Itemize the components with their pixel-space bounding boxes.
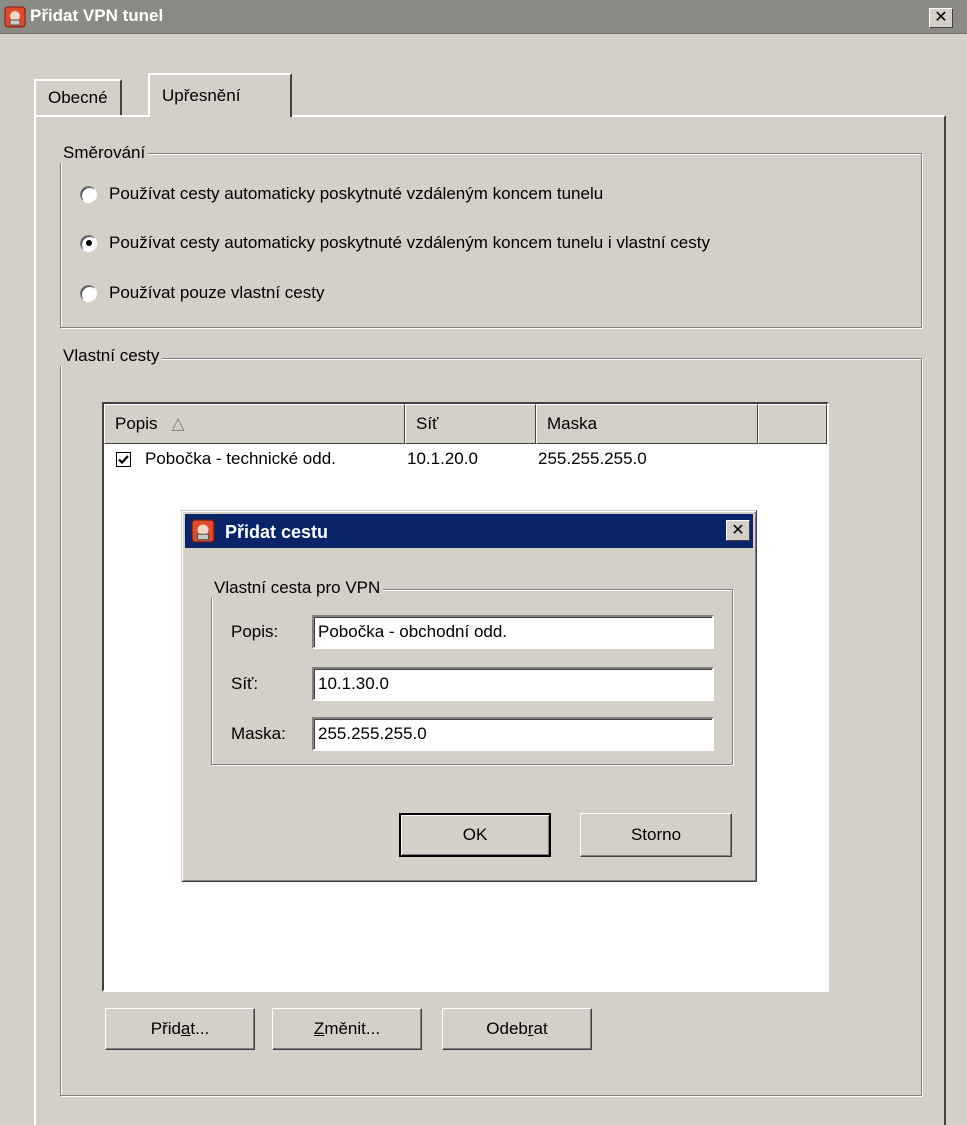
radio-label: Používat pouze vlastní cesty — [109, 283, 325, 302]
maska-label: Maska: — [231, 724, 286, 743]
routing-option-custom-only[interactable]: Používat pouze vlastní cesty — [80, 283, 324, 303]
vpn-app-icon — [4, 6, 26, 28]
window-close-button[interactable]: ✕ — [929, 8, 953, 28]
maska-input[interactable]: 255.255.255.0 — [312, 717, 714, 751]
sort-ascending-icon: △ — [171, 414, 185, 433]
vpn-app-icon — [191, 519, 215, 548]
close-icon: ✕ — [731, 521, 745, 539]
tab-upresneni[interactable]: Upřesnění — [148, 73, 292, 117]
add-route-button[interactable]: Přid a t... — [105, 1008, 255, 1050]
sit-label: Síť: — [231, 674, 259, 693]
row-checkbox[interactable] — [116, 451, 131, 467]
row-maska: 255.255.255.0 — [538, 449, 647, 468]
dialog-close-button[interactable]: ✕ — [726, 520, 750, 541]
ok-button[interactable]: OK — [399, 813, 551, 857]
table-row[interactable]: Pobočka - technické odd. 10.1.20.0 255.2… — [104, 446, 647, 472]
popis-label: Popis: — [231, 622, 279, 641]
dialog-title: Přidat cestu — [225, 522, 329, 542]
custom-routes-legend: Vlastní cesty — [60, 346, 163, 366]
column-header-empty[interactable] — [758, 404, 827, 444]
column-header-popis[interactable]: Popis △ — [104, 404, 405, 444]
row-popis: Pobočka - technické odd. — [145, 449, 336, 468]
routing-legend: Směrování — [60, 143, 149, 163]
tab-obecne[interactable]: Obecné — [34, 79, 122, 115]
radio-label: Používat cesty automaticky poskytnuté vz… — [109, 233, 710, 252]
add-route-dialog: Přidat cestu ✕ Vlastní cesta pro VPN Pop… — [181, 510, 757, 882]
list-header: Popis △ Síť Maska — [104, 404, 827, 444]
radio-button[interactable] — [80, 284, 97, 302]
checkmark-icon — [118, 454, 129, 464]
sit-input[interactable]: 10.1.30.0 — [312, 667, 714, 701]
radio-button-selected[interactable] — [80, 234, 97, 252]
tab-label: Obecné — [48, 88, 108, 107]
popis-input[interactable]: Pobočka - obchodní odd. — [312, 615, 714, 649]
dialog-titlebar[interactable]: Přidat cestu ✕ — [185, 514, 753, 548]
tab-label: Upřesnění — [162, 86, 241, 105]
column-header-maska[interactable]: Maska — [536, 404, 758, 444]
row-sit: 10.1.20.0 — [407, 449, 478, 468]
cancel-button[interactable]: Storno — [580, 813, 732, 857]
routing-option-auto[interactable]: Používat cesty automaticky poskytnuté vz… — [80, 184, 603, 204]
window-title: Přidat VPN tunel — [30, 6, 164, 25]
radio-label: Používat cesty automaticky poskytnuté vz… — [109, 184, 604, 203]
column-header-sit[interactable]: Síť — [405, 404, 536, 444]
close-icon: ✕ — [934, 9, 948, 26]
remove-route-button[interactable]: Odeb r at — [442, 1008, 592, 1050]
radio-button[interactable] — [80, 185, 97, 203]
route-fields-legend: Vlastní cesta pro VPN — [211, 578, 384, 598]
edit-route-button[interactable]: Změnit... — [272, 1008, 422, 1050]
routing-option-auto-and-custom[interactable]: Používat cesty automaticky poskytnuté vz… — [80, 233, 710, 253]
